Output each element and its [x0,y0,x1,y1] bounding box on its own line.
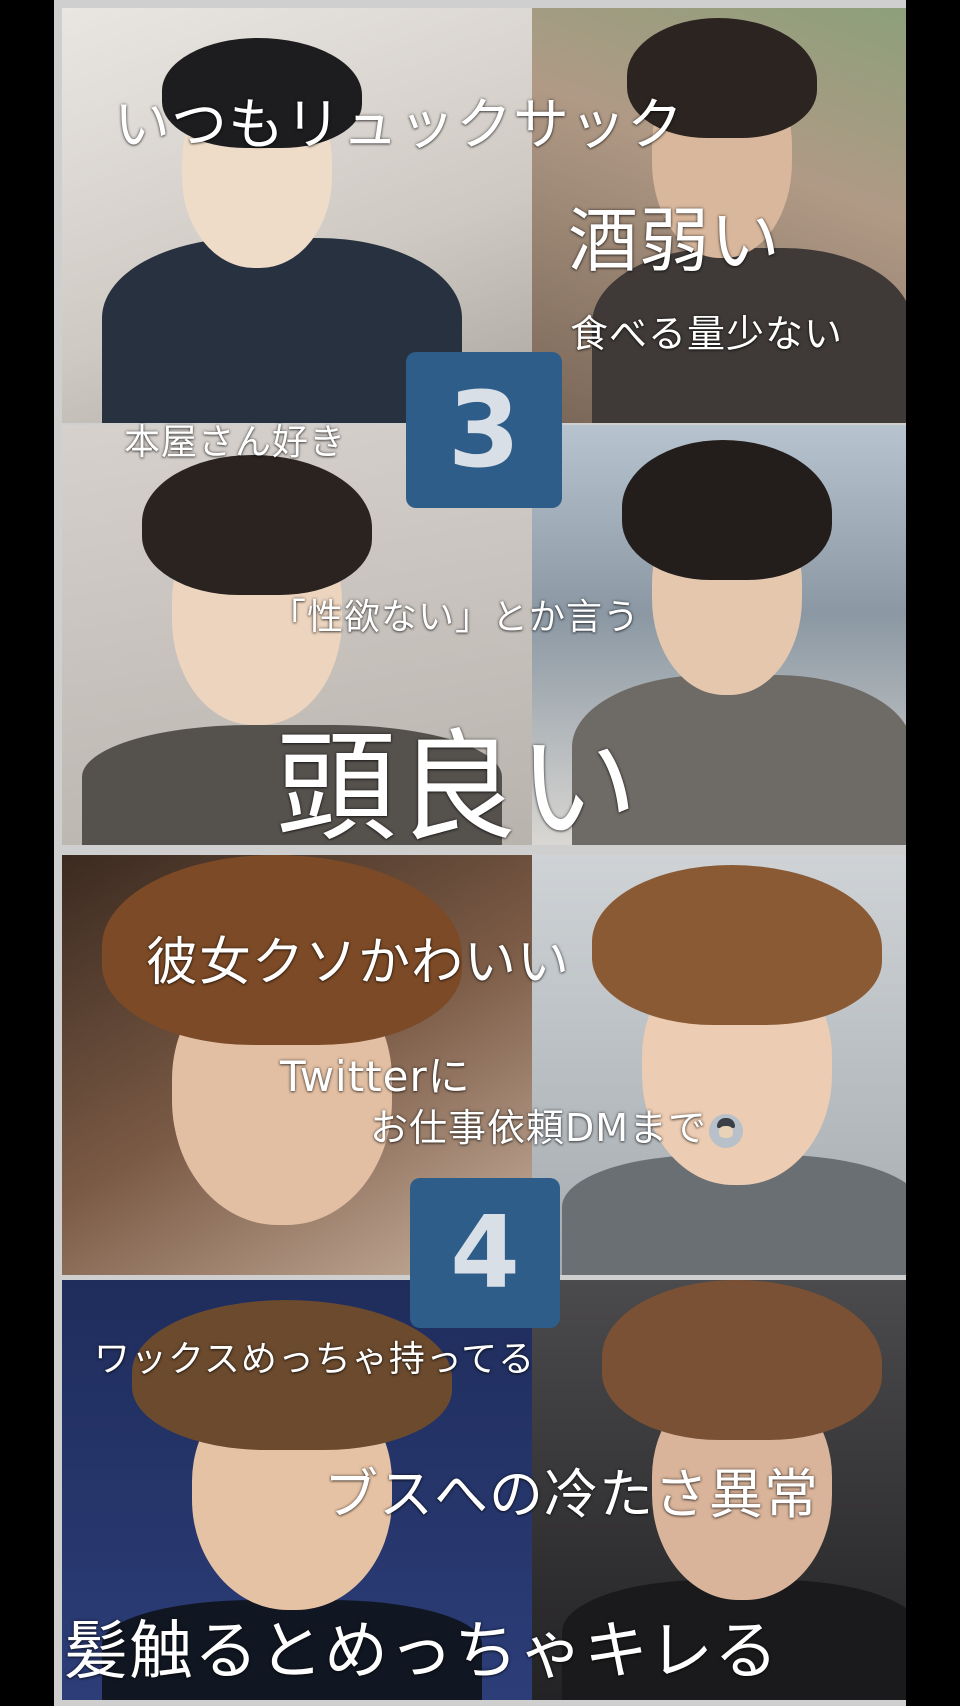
caption-backpack: いつもリュックサック [114,93,684,158]
photo-tile-6 [532,855,906,1275]
caption-lots-of-wax: ワックスめっちゃ持ってる [94,1339,536,1380]
caption-hair-touch-angry: 髪触るとめっちゃキレる [64,1615,779,1689]
person-bowing-emoji-icon [709,1113,744,1148]
caption-cold-to-ugly: ブスへの冷たさ異常 [324,1463,819,1526]
caption-cute-girlfriend: 彼女クソかわいい [146,933,571,993]
section-badge-4: 4 [410,1178,560,1328]
caption-says-no-libido: 「性欲ない」とか言う [270,597,641,638]
caption-twitter-line2: お仕事依頼DMまで [370,1097,744,1152]
caption-smart: 頭良い [276,719,639,858]
section-badge-3: 3 [406,352,562,508]
caption-eats-little: 食べる量少ない [570,312,844,356]
collage: 3 4 いつもリュックサック 酒弱い 食べる量少ない 本屋さん好き 「性欲ない」… [54,0,906,1706]
caption-likes-bookstores: 本屋さん好き [124,422,347,463]
caption-weak-alcohol: 酒弱い [568,200,781,282]
caption-twitter-line1: Twitterに [280,1052,471,1101]
caption-twitter-line2-text: お仕事依頼DMまで [370,1106,708,1150]
